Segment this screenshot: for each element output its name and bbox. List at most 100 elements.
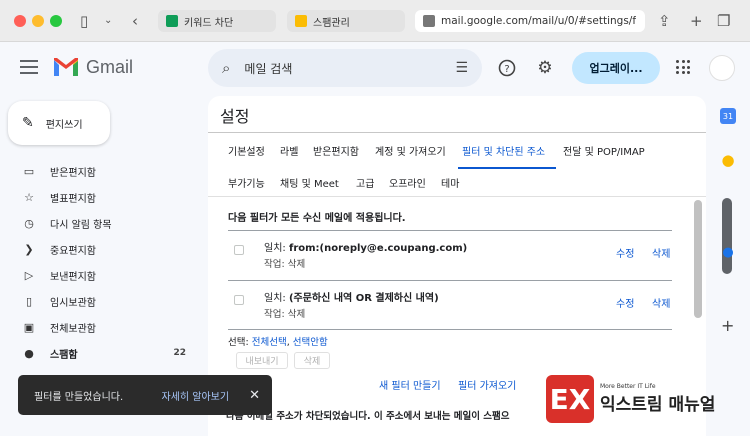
tab-labels[interactable]: 라벨 [280, 143, 298, 158]
calendar-icon[interactable]: 31 [720, 108, 736, 124]
settings-tabs-row2: 부가기능 채팅 및 Meet 고급 오프라인 테마 [208, 171, 706, 193]
filter-checkbox[interactable] [234, 245, 244, 255]
search-input[interactable]: 메일 검색 [244, 60, 455, 77]
share-icon[interactable]: ⇪ [658, 10, 671, 32]
select-all-link[interactable]: 전체선택 [252, 337, 287, 348]
sidebar-toggle-icon[interactable]: ▯ [80, 10, 88, 32]
chevron-down-icon[interactable]: ⌄ [104, 10, 112, 32]
svg-text:?: ? [504, 64, 509, 75]
compose-button[interactable]: ✎ 편지쓰기 [8, 101, 110, 145]
export-button[interactable]: 내보내기 [236, 352, 288, 369]
sidebar-item-inbox[interactable]: ▭ 받은편지함 [22, 162, 192, 180]
settings-gear-icon[interactable]: ⚙ [534, 57, 556, 79]
browser-tab[interactable]: 스팸관리 [287, 10, 405, 32]
edit-filter-link[interactable]: 수정 [616, 245, 634, 260]
import-filters-link[interactable]: 필터 가져오기 [458, 377, 516, 392]
main-menu-icon[interactable] [20, 60, 38, 74]
maximize-window-button[interactable] [50, 15, 62, 27]
tab-chat-meet[interactable]: 채팅 및 Meet [280, 175, 339, 190]
tab-general[interactable]: 기본설정 [228, 143, 265, 158]
all-mail-icon: ▣ [23, 320, 35, 334]
spam-count: 22 [173, 348, 186, 358]
minimize-window-button[interactable] [32, 15, 44, 27]
watermark-text: More Better IT Life 익스트림 매뉴얼 [600, 383, 715, 415]
tab-addons[interactable]: 부가기능 [228, 175, 265, 190]
tab-filters[interactable]: 필터 및 차단된 주소 [462, 143, 545, 158]
delete-filter-link[interactable]: 삭제 [652, 295, 670, 310]
scrollbar-thumb[interactable] [694, 200, 702, 318]
filter-action: 작업: 삭제 [264, 309, 306, 320]
close-window-button[interactable] [14, 15, 26, 27]
filter-row: 일치: (주문하신 내역 OR 결제하신 내역) 작업: 삭제 수정 삭제 [228, 280, 672, 330]
sidebar-item-spam[interactable]: ● 스팸함 22 [22, 344, 192, 362]
delete-selected-button[interactable]: 삭제 [294, 352, 330, 369]
sidebar-item-sent[interactable]: ▷ 보낸편지함 [22, 266, 192, 284]
settings-tabs-row1: 기본설정 라벨 받은편지함 계정 및 가져오기 필터 및 차단된 주소 전달 및… [208, 139, 706, 161]
gmail-favicon-icon [423, 15, 435, 27]
pencil-icon: ✎ [22, 115, 34, 131]
filter-action: 작업: 삭제 [264, 259, 306, 270]
back-arrow-icon[interactable]: ‹ [132, 10, 138, 32]
select-prefix: 선택: [228, 337, 249, 348]
sidebar-item-label: 별표편지함 [50, 193, 96, 205]
inbox-icon: ▭ [23, 164, 35, 178]
sidebar-item-important[interactable]: ❯ 중요편지함 [22, 240, 192, 258]
sidebar-item-label: 중요편지함 [50, 245, 96, 257]
gmail-m-icon [54, 58, 78, 76]
sidebar-item-snoozed[interactable]: ◷ 다시 알림 항목 [22, 214, 192, 232]
sidebar-item-label: 받은편지함 [50, 167, 96, 179]
url-text: mail.google.com/mail/u/0/#settings/f [441, 15, 637, 27]
watermark-brand: 익스트림 매뉴얼 [600, 395, 716, 415]
sidebar-item-all-mail[interactable]: ▣ 전체보관함 [22, 318, 192, 336]
label-important-icon: ❯ [24, 242, 34, 256]
keep-icon[interactable]: ● [720, 151, 736, 169]
tab-forwarding[interactable]: 전달 및 POP/IMAP [563, 143, 645, 158]
filter-criteria: 일치: (주문하신 내역 OR 결제하신 내역) [264, 289, 439, 304]
tab-overview-icon[interactable]: ❐ [717, 10, 730, 32]
compose-label: 편지쓰기 [45, 119, 83, 131]
filter-checkbox[interactable] [234, 295, 244, 305]
help-icon[interactable]: ? [496, 57, 518, 79]
select-none-link[interactable]: 선택안함 [293, 337, 328, 348]
contacts-icon[interactable]: ● [720, 244, 736, 260]
create-filter-link[interactable]: 새 필터 만들기 [379, 377, 441, 392]
clock-icon: ◷ [24, 216, 34, 230]
close-icon[interactable]: ✕ [249, 388, 260, 403]
account-avatar[interactable] [709, 55, 735, 81]
divider [228, 329, 672, 330]
delete-filter-link[interactable]: 삭제 [652, 245, 670, 260]
search-icon[interactable]: ⌕ [222, 59, 230, 77]
filter-match-label: 일치: [264, 243, 286, 254]
tab-advanced[interactable]: 고급 [356, 175, 374, 190]
new-tab-icon[interactable]: + [690, 10, 703, 32]
active-tab-indicator [458, 167, 556, 169]
search-options-icon[interactable]: ☰ [455, 60, 468, 76]
toast-message: 필터를 만들었습니다. [34, 391, 124, 403]
tab-inbox[interactable]: 받은편지함 [313, 143, 359, 158]
tab-accounts[interactable]: 계정 및 가져오기 [375, 143, 446, 158]
tab-themes[interactable]: 테마 [441, 175, 459, 190]
sidebar-item-drafts[interactable]: ▯ 임시보관함 [22, 292, 192, 310]
add-addon-icon[interactable]: + [721, 316, 734, 335]
edit-filter-link[interactable]: 수정 [616, 295, 634, 310]
search-bar[interactable]: ⌕ 메일 검색 ☰ [208, 49, 482, 87]
gmail-logo[interactable]: Gmail [52, 56, 133, 78]
google-apps-icon[interactable] [676, 60, 690, 74]
sheets-favicon-icon [166, 15, 178, 27]
watermark: EX More Better IT Life 익스트림 매뉴얼 [546, 375, 715, 423]
star-icon: ☆ [24, 190, 34, 204]
side-panel-scrollbar[interactable] [722, 198, 732, 274]
notes-favicon-icon [295, 15, 307, 27]
upgrade-button[interactable]: 업그레이... [572, 52, 660, 84]
tab-title: 키워드 차단 [184, 17, 234, 29]
tab-offline[interactable]: 오프라인 [389, 175, 426, 190]
address-bar[interactable]: mail.google.com/mail/u/0/#settings/f [415, 10, 645, 32]
sidebar-item-starred[interactable]: ☆ 별표편지함 [22, 188, 192, 206]
filter-match-value: from:(noreply@e.coupang.com) [288, 243, 468, 254]
select-controls: 선택: 전체선택, 선택안함 [228, 334, 328, 348]
logo-text: Gmail [86, 56, 134, 77]
page-title: 설정 [220, 107, 250, 126]
toast-learn-more-link[interactable]: 자세히 알아보기 [162, 388, 230, 403]
browser-tab[interactable]: 키워드 차단 [158, 10, 276, 32]
sidebar-item-label: 전체보관함 [50, 323, 96, 335]
